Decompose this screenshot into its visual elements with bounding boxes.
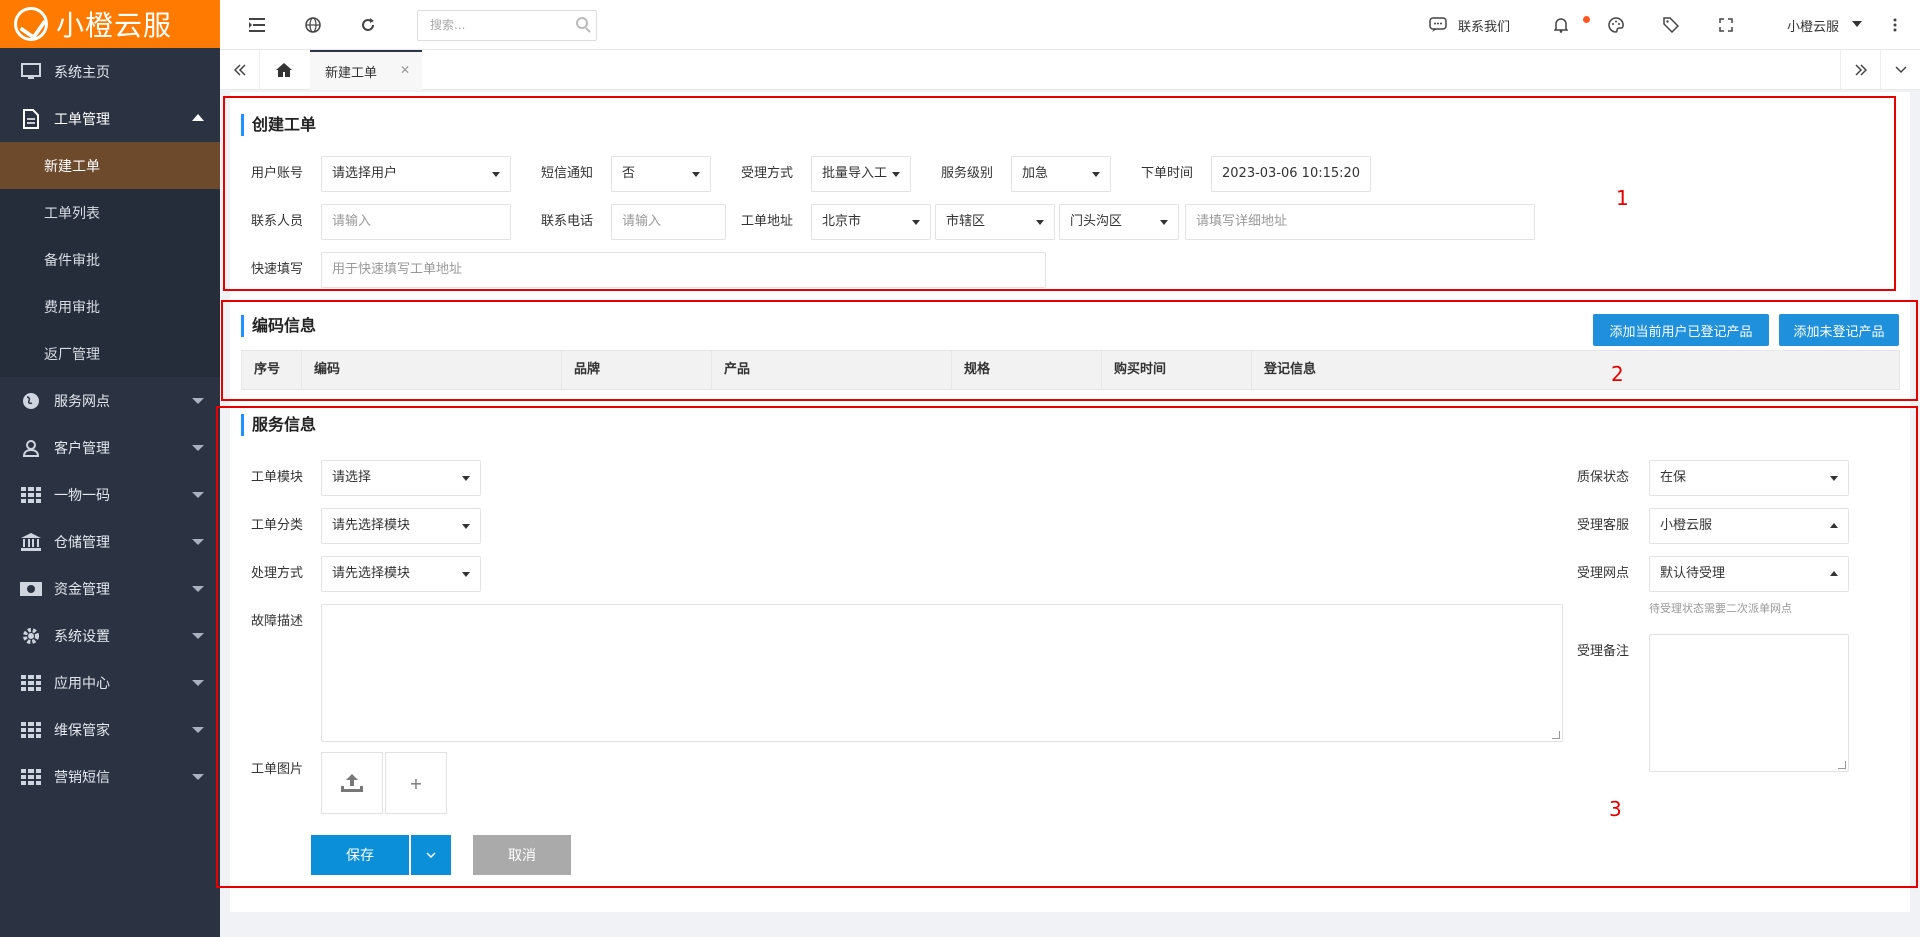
menu-toggle-icon[interactable] xyxy=(247,15,267,35)
sidebar-item-customers[interactable]: 客户管理 xyxy=(0,424,220,471)
sidebar-subitem-order-list[interactable]: 工单列表 xyxy=(0,189,220,236)
sidebar: 小橙云服 系统主页 工单管理 新建工单 工单列表 备件审批 费用审批 返厂管理 … xyxy=(0,0,220,937)
sidebar-item-funds[interactable]: 资金管理 xyxy=(0,565,220,612)
chevron-down-icon xyxy=(192,774,204,780)
sidebar-item-label: 一物一码 xyxy=(54,487,110,504)
grid-icon xyxy=(20,484,42,506)
bank-icon xyxy=(20,531,42,553)
sidebar-item-label: 营销短信 xyxy=(54,769,110,786)
gear-icon xyxy=(20,625,42,647)
annotation-label-3: 3 xyxy=(1609,797,1622,821)
sidebar-item-settings[interactable]: 系统设置 xyxy=(0,612,220,659)
annotation-label-2: 2 xyxy=(1611,362,1624,386)
chevron-down-icon xyxy=(192,492,204,498)
user-icon xyxy=(20,437,42,459)
chevron-down-icon xyxy=(192,445,204,451)
brand-name: 小橙云服 xyxy=(56,9,173,42)
grid-icon xyxy=(20,672,42,694)
annotation-box-2 xyxy=(221,300,1918,401)
chevron-down-icon xyxy=(192,680,204,686)
tag-icon[interactable] xyxy=(1661,15,1681,35)
search-icon[interactable] xyxy=(576,17,588,29)
sidebar-subitem-parts-approval[interactable]: 备件审批 xyxy=(0,236,220,283)
more-vertical-icon[interactable] xyxy=(1885,15,1905,35)
chevron-down-icon xyxy=(192,727,204,733)
sidebar-item-sms-marketing[interactable]: 营销短信 xyxy=(0,753,220,800)
grid-icon xyxy=(20,719,42,741)
monitor-icon xyxy=(20,61,42,83)
tabs-menu-chevron-down-icon[interactable] xyxy=(1880,50,1920,90)
annotation-label-1: 1 xyxy=(1616,186,1629,210)
sidebar-item-label: 工单管理 xyxy=(54,111,110,128)
globe-icon xyxy=(20,390,42,412)
tab-new-order[interactable]: 新建工单 ✕ xyxy=(310,50,422,90)
brand-logo[interactable]: 小橙云服 xyxy=(0,0,220,48)
sidebar-item-label: 服务网点 xyxy=(54,393,110,410)
sidebar-item-label: 仓储管理 xyxy=(54,534,110,551)
tabs-scroll-left-icon[interactable] xyxy=(220,50,260,90)
top-bar: 搜索... 联系我们 小橙云服 xyxy=(220,0,1920,50)
document-icon xyxy=(20,108,42,130)
sidebar-item-workorder[interactable]: 工单管理 xyxy=(0,95,220,142)
chevron-down-icon xyxy=(192,586,204,592)
sidebar-subitem-new-order[interactable]: 新建工单 xyxy=(0,142,220,189)
chevron-down-icon xyxy=(192,633,204,639)
sidebar-item-label: 应用中心 xyxy=(54,675,110,692)
sidebar-item-label: 维保管家 xyxy=(54,722,110,739)
palette-icon[interactable] xyxy=(1606,15,1626,35)
sidebar-item-app-center[interactable]: 应用中心 xyxy=(0,659,220,706)
sidebar-subitem-fee-approval[interactable]: 费用审批 xyxy=(0,283,220,330)
user-menu[interactable]: 小橙云服 xyxy=(1787,16,1839,35)
chevron-down-icon xyxy=(192,398,204,404)
sidebar-item-label: 系统主页 xyxy=(54,64,110,81)
fullscreen-icon[interactable] xyxy=(1716,15,1736,35)
sidebar-item-service-outlets[interactable]: 服务网点 xyxy=(0,377,220,424)
annotation-box-1 xyxy=(223,96,1896,291)
sidebar-subitem-return-factory[interactable]: 返厂管理 xyxy=(0,330,220,377)
notification-dot xyxy=(1583,16,1590,23)
home-icon xyxy=(276,63,292,77)
sidebar-item-label: 系统设置 xyxy=(54,628,110,645)
annotation-box-3 xyxy=(216,406,1918,888)
sidebar-item-label: 客户管理 xyxy=(54,440,110,457)
tab-label: 新建工单 xyxy=(325,65,378,81)
chevron-up-icon xyxy=(192,114,204,121)
tabs-bar: 新建工单 ✕ xyxy=(220,50,1920,90)
chat-icon[interactable] xyxy=(1428,15,1448,35)
bell-icon[interactable] xyxy=(1551,15,1571,35)
sidebar-item-label: 资金管理 xyxy=(54,581,110,598)
chevron-down-icon xyxy=(192,539,204,545)
tabs-scroll-right-icon[interactable] xyxy=(1840,50,1880,90)
search-input[interactable]: 搜索... xyxy=(417,10,597,41)
sidebar-item-one-code[interactable]: 一物一码 xyxy=(0,471,220,518)
logo-icon xyxy=(14,7,48,41)
refresh-icon[interactable] xyxy=(358,15,378,35)
chevron-down-icon[interactable] xyxy=(1852,21,1862,27)
contact-us-link[interactable]: 联系我们 xyxy=(1458,16,1510,35)
money-icon xyxy=(20,578,42,600)
home-tab[interactable] xyxy=(262,50,306,90)
close-icon[interactable]: ✕ xyxy=(400,63,410,77)
globe-icon[interactable] xyxy=(303,15,323,35)
sidebar-item-home[interactable]: 系统主页 xyxy=(0,48,220,95)
grid-icon xyxy=(20,766,42,788)
sidebar-item-warehouse[interactable]: 仓储管理 xyxy=(0,518,220,565)
sidebar-item-maintenance[interactable]: 维保管家 xyxy=(0,706,220,753)
